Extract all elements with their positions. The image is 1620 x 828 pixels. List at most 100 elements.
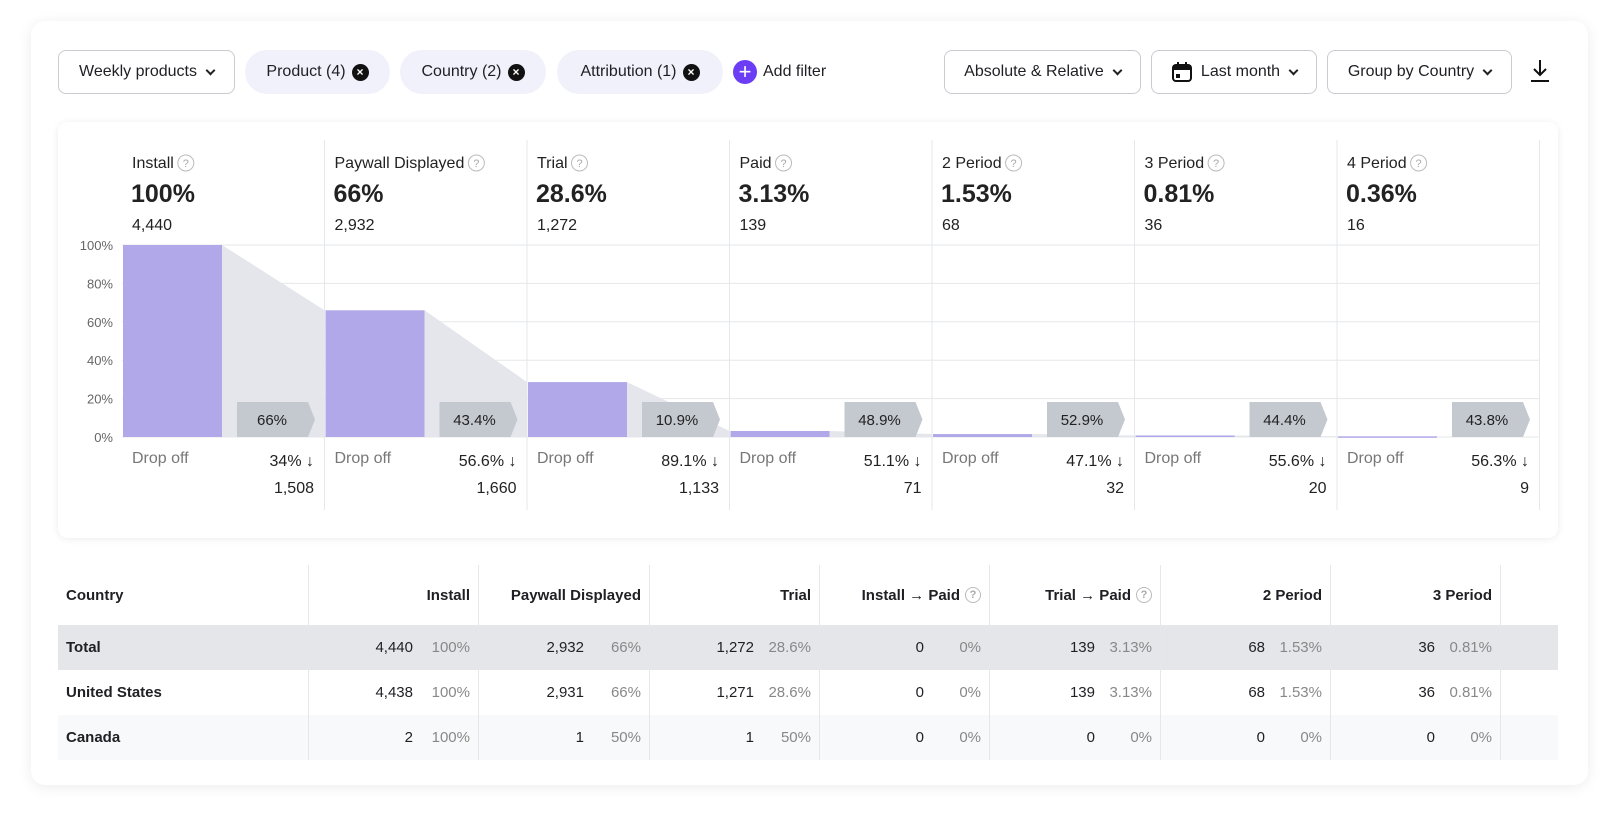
drop-off-percent: 34% ↓ (270, 453, 314, 470)
step-count: 4,440 (132, 217, 172, 234)
column-header-label: Install → Paid (861, 586, 960, 604)
help-icon-glyph: ? (1416, 158, 1422, 170)
column-divider (649, 565, 650, 760)
column-divider (1500, 565, 1501, 760)
cell-percent: 0.81% (1449, 639, 1492, 656)
conversion-rate: 43.8% (1466, 412, 1509, 429)
step-count: 1,272 (537, 217, 577, 234)
cell-percent: 28.6% (768, 684, 811, 701)
step-count: 2,932 (335, 217, 375, 234)
step-label: 4 Period (1347, 155, 1407, 172)
step-count: 36 (1145, 217, 1163, 234)
cell-percent: 50% (610, 729, 641, 746)
cell-count: 2,931 (546, 684, 584, 701)
table-cell: 1,271 28.6% (649, 670, 819, 715)
table-row[interactable]: United States 4,438 100% 2,931 66% 1,271 28.6%… (58, 670, 1558, 715)
cell-count: 36 (1418, 639, 1435, 656)
table-row[interactable]: Canada 2 100% 1 50% 1 50% 0 0% 0 0% 0 0% 0 0% (58, 715, 1558, 760)
step-percent: 28.6% (536, 180, 607, 208)
drop-off-percent: 55.6% ↓ (1269, 453, 1327, 470)
cell-percent: 0.81% (1449, 684, 1492, 701)
y-tick-label: 80% (87, 276, 113, 291)
row-name: United States (66, 684, 162, 701)
funnel-bar (1135, 435, 1235, 437)
row-name: Total (66, 639, 101, 656)
conversion-rate: 44.4% (1263, 412, 1306, 429)
drop-off-percent: 89.1% ↓ (661, 453, 719, 470)
cell-count: 1,271 (716, 684, 754, 701)
column-divider (478, 565, 479, 760)
column-header-label: Trial (780, 586, 811, 604)
column-divider (819, 565, 820, 760)
column-header-label: Paywall Displayed (510, 586, 641, 604)
step-percent: 1.53% (941, 180, 1012, 208)
drop-off-label: Drop off (537, 450, 594, 467)
cell-count: 68 (1248, 639, 1265, 656)
table-cell: 68 1.53% (1160, 625, 1330, 670)
column-header[interactable]: 2 Period (1160, 565, 1330, 625)
table-cell: 139 3.13% (989, 625, 1160, 670)
step-percent: 0.36% (1346, 180, 1417, 208)
column-header[interactable]: Trial (649, 565, 819, 625)
table-cell: 1 50% (478, 715, 649, 760)
table-cell: 2,931 66% (478, 670, 649, 715)
cell-percent: 0% (1300, 729, 1322, 746)
cell-count: 4,438 (375, 684, 413, 701)
drop-off-label: Drop off (942, 450, 999, 467)
help-icon-glyph: ? (780, 158, 786, 170)
drop-off-count: 1,508 (274, 480, 314, 497)
table-cell: 1,272 28.6% (649, 625, 819, 670)
cell-count: 4,440 (375, 639, 413, 656)
step-label: 3 Period (1145, 155, 1205, 172)
conversion-rate: 10.9% (656, 412, 699, 429)
cell-count: 1 (745, 729, 754, 746)
drop-off-count: 1,133 (679, 480, 719, 497)
help-icon[interactable]: ? (965, 587, 981, 603)
cell-percent: 0% (959, 684, 981, 701)
conversion-rate: 48.9% (858, 412, 901, 429)
column-header[interactable]: Install → Paid? (819, 565, 989, 625)
y-tick-label: 0% (94, 430, 113, 445)
step-percent: 3.13% (739, 180, 810, 208)
step-label: Trial (537, 155, 568, 172)
column-header[interactable]: Paywall Displayed (478, 565, 649, 625)
column-header[interactable]: Country (58, 565, 308, 625)
drop-off-count: 32 (1106, 480, 1124, 497)
table-row[interactable]: Total 4,440 100% 2,932 66% 1,272 28.6% 0 0% 139 3.… (58, 625, 1558, 670)
table-cell: 0 0% (819, 625, 989, 670)
help-icon-glyph: ? (473, 158, 479, 170)
cell-count: 0 (1256, 729, 1265, 746)
help-icon-glyph: ? (1213, 158, 1219, 170)
y-tick-label: 60% (87, 315, 113, 330)
column-header[interactable]: 3 Period (1330, 565, 1500, 625)
table-cell: 36 0.81% (1330, 670, 1500, 715)
table-cell: 4,440 100% (308, 625, 478, 670)
column-header[interactable]: Trial → Paid? (989, 565, 1160, 625)
step-label: Paid (740, 155, 772, 172)
cell-count: 139 (1069, 639, 1095, 656)
funnel-bar (123, 245, 222, 437)
y-tick-label: 20% (87, 392, 113, 407)
cell-count: 0 (915, 639, 924, 656)
column-header[interactable]: Install (308, 565, 478, 625)
table-cell: 68 1.53% (1160, 670, 1330, 715)
step-count: 68 (942, 217, 960, 234)
drop-off-percent: 47.1% ↓ (1066, 453, 1124, 470)
funnel-bar (730, 430, 830, 437)
cell-percent: 0% (1130, 729, 1152, 746)
column-header-label: 3 Period (1432, 586, 1492, 604)
drop-off-label: Drop off (132, 450, 189, 467)
drop-off-count: 1,660 (476, 480, 516, 497)
drop-off-percent: 56.6% ↓ (459, 453, 517, 470)
cell-count: 1,272 (716, 639, 754, 656)
table-cell: 139 3.13% (989, 670, 1160, 715)
drop-off-count: 20 (1309, 480, 1327, 497)
cell-count: 0 (1086, 729, 1095, 746)
table-cell: 0 0% (989, 715, 1160, 760)
cell-percent: 0% (959, 639, 981, 656)
column-divider (1330, 565, 1331, 760)
step-percent: 100% (131, 180, 195, 208)
funnel-chart: 0% 20% 40% 60% 80% 100% 66% Install 100% 4,440 Dro… (80, 140, 1540, 510)
drop-off-percent: 56.3% ↓ (1471, 453, 1529, 470)
help-icon[interactable]: ? (1136, 587, 1152, 603)
